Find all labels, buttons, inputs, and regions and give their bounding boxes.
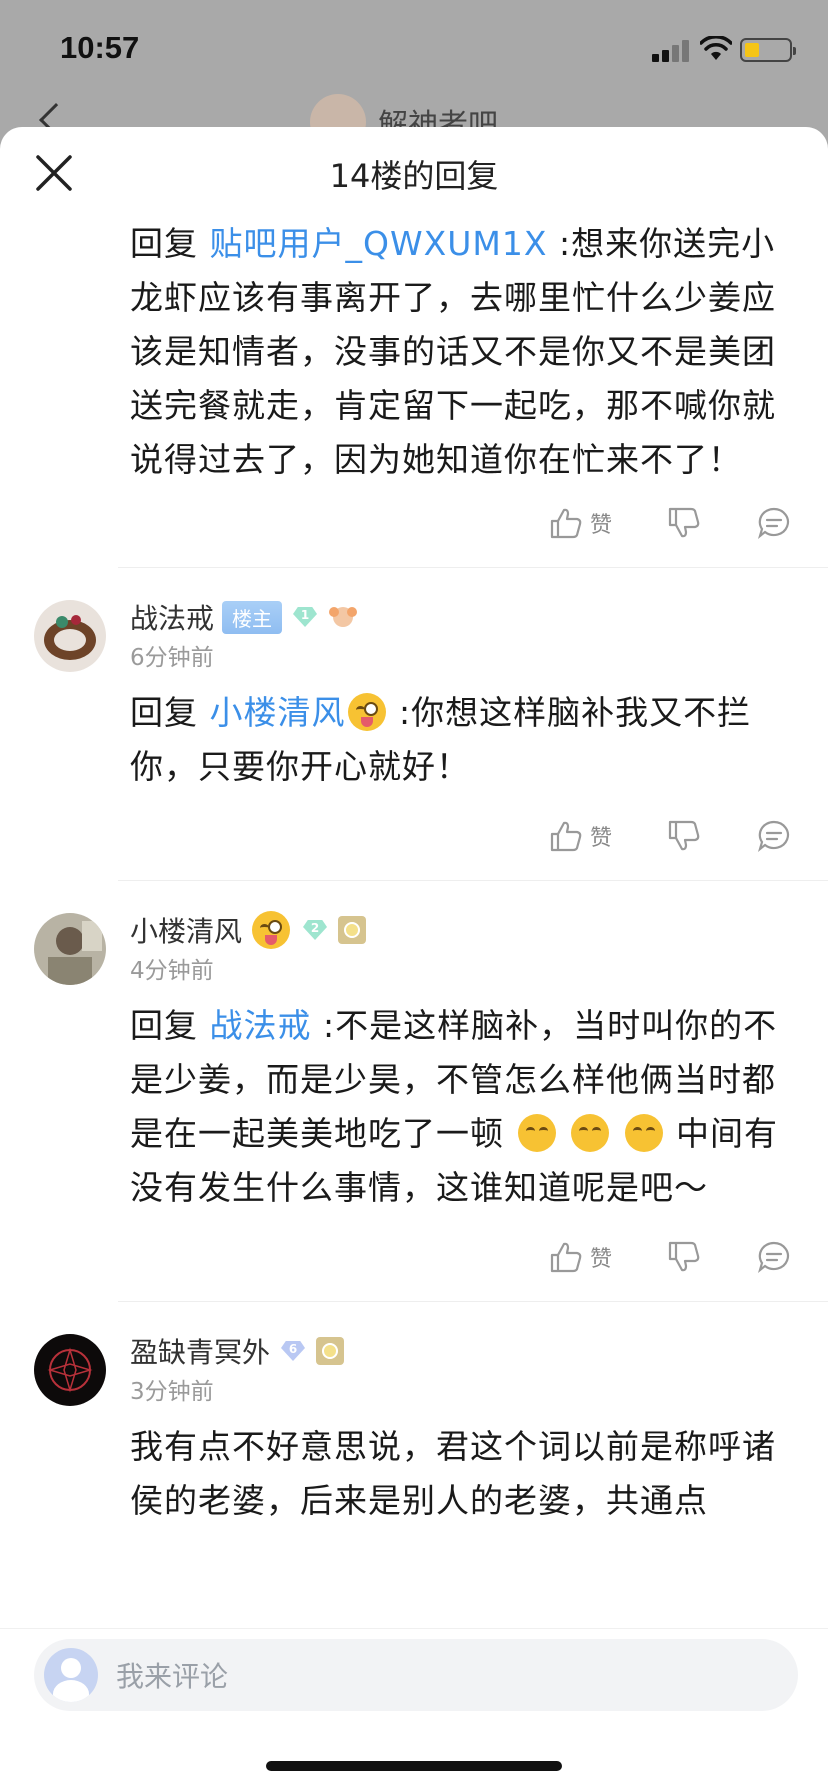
reply-sheet: 14楼的回复 回复 贴吧用户_QWXUM1X :想来你送完小龙虾应该有事离开了，… <box>0 127 828 1792</box>
like-button[interactable]: 赞 <box>548 1239 612 1275</box>
badge-icon <box>329 607 358 627</box>
tongue-emoji-icon <box>252 911 291 949</box>
mention-link[interactable]: 小楼清风 <box>210 693 388 732</box>
reply-actions: 赞 <box>0 1221 828 1301</box>
comment-button[interactable] <box>756 1239 792 1275</box>
dislike-button[interactable] <box>666 818 702 854</box>
sheet-header: 14楼的回复 <box>0 127 828 217</box>
thumbs-up-icon <box>550 821 582 852</box>
battery-icon <box>740 38 796 62</box>
comment-icon <box>757 1241 790 1274</box>
reply-text: 回复 小楼清风 :你想这样脑补我又不拦你，只要你开心就好！ <box>0 686 828 794</box>
sun-badge-icon <box>316 1337 345 1365</box>
reply-prefix: 回复 <box>130 693 198 732</box>
reply-list: 回复 贴吧用户_QWXUM1X :想来你送完小龙虾应该有事离开了，去哪里忙什么少… <box>0 217 828 1528</box>
reply-prefix: 回复 <box>130 1006 198 1045</box>
mention-link[interactable]: 贴吧用户_QWXUM1X <box>210 224 548 263</box>
reply-actions: 赞 <box>0 800 828 880</box>
comment-input[interactable]: 我来评论 <box>34 1639 798 1711</box>
author-name[interactable]: 盈缺青冥外 <box>130 1331 270 1371</box>
comment-button[interactable] <box>756 818 792 854</box>
reply-item: 小楼清风 2 4分钟前 回复 战法戒 :不是这样脑补，当时叫你的不是少姜，而是少… <box>0 881 828 1302</box>
sheet-title: 14楼的回复 <box>329 157 499 195</box>
reply-item: 战法戒 楼主 1 6分钟前 回复 小楼清风 :你想这样脑补我又不拦你，只要你开心… <box>0 568 828 881</box>
reply-text: 回复 贴吧用户_QWXUM1X :想来你送完小龙虾应该有事离开了，去哪里忙什么少… <box>0 217 828 487</box>
reply-text: 我有点不好意思说，君这个词以前是称呼诸侯的老婆，后来是别人的老婆，共通点 <box>0 1420 828 1528</box>
comment-placeholder: 我来评论 <box>116 1660 229 1693</box>
thumbs-up-icon <box>550 508 582 539</box>
comment-icon <box>757 507 790 540</box>
comment-button[interactable] <box>756 505 792 541</box>
cellular-signal-icon <box>652 40 690 62</box>
gem-level: 1 <box>300 608 310 622</box>
author-name[interactable]: 小楼清风 <box>130 910 242 950</box>
home-indicator[interactable] <box>266 1761 562 1771</box>
comment-icon <box>757 820 790 853</box>
status-bar: 10:57 <box>0 0 828 100</box>
thumbs-down-icon <box>668 1241 700 1272</box>
author-name[interactable]: 战法戒 <box>130 597 214 637</box>
level-gem-icon: 6 <box>278 1341 308 1361</box>
like-label: 赞 <box>590 1247 613 1272</box>
thumbs-up-icon <box>550 1242 582 1273</box>
dislike-button[interactable] <box>666 1239 702 1275</box>
user-avatar[interactable] <box>34 600 106 672</box>
host-badge: 楼主 <box>222 600 283 634</box>
user-avatar[interactable] <box>34 913 106 985</box>
gem-level: 6 <box>288 1342 298 1356</box>
user-avatar[interactable] <box>34 1334 106 1406</box>
reply-actions: 赞 <box>0 487 828 567</box>
thumbs-down-icon <box>668 820 700 851</box>
thumbs-down-icon <box>668 507 700 538</box>
like-label: 赞 <box>590 826 613 851</box>
reply-item: 盈缺青冥外 6 3分钟前 我有点不好意思说，君这个词以前是称呼诸侯的老婆，后来是… <box>0 1302 828 1528</box>
reply-item: 回复 贴吧用户_QWXUM1X :想来你送完小龙虾应该有事离开了，去哪里忙什么少… <box>0 217 828 568</box>
reply-text: 回复 战法戒 :不是这样脑补，当时叫你的不是少姜，而是少昊，不管怎么样他俩当时都… <box>0 999 828 1215</box>
like-button[interactable]: 赞 <box>548 505 612 541</box>
timestamp: 3分钟前 <box>130 1379 214 1405</box>
level-gem-icon: 2 <box>300 920 330 940</box>
reply-prefix: 回复 <box>130 224 198 263</box>
tongue-emoji-icon <box>347 693 386 731</box>
mention-link[interactable]: 战法戒 <box>210 1006 312 1045</box>
gem-level: 2 <box>310 921 320 935</box>
reply-meta: 战法戒 楼主 1 6分钟前 <box>0 598 828 676</box>
smile-emoji-icon <box>571 1114 609 1152</box>
timestamp: 4分钟前 <box>130 958 214 984</box>
timestamp: 6分钟前 <box>130 645 214 671</box>
current-user-avatar <box>44 1648 98 1702</box>
smile-emoji-icon <box>517 1114 556 1152</box>
like-button[interactable]: 赞 <box>548 818 612 854</box>
like-label: 赞 <box>590 513 613 538</box>
wifi-icon <box>700 36 732 60</box>
comment-bar: 我来评论 <box>0 1628 828 1792</box>
level-gem-icon: 1 <box>290 607 320 627</box>
reply-meta: 小楼清风 2 4分钟前 <box>0 911 828 989</box>
dislike-button[interactable] <box>666 505 702 541</box>
smile-emoji-icon <box>624 1114 663 1152</box>
status-time: 10:57 <box>60 30 140 65</box>
mention-name: 小楼清风 <box>209 693 346 732</box>
reply-body: 我有点不好意思说，君这个词以前是称呼诸侯的老婆，后来是别人的老婆，共通点 <box>130 1427 776 1520</box>
reply-meta: 盈缺青冥外 6 3分钟前 <box>0 1332 828 1410</box>
sun-badge-icon <box>338 916 367 944</box>
